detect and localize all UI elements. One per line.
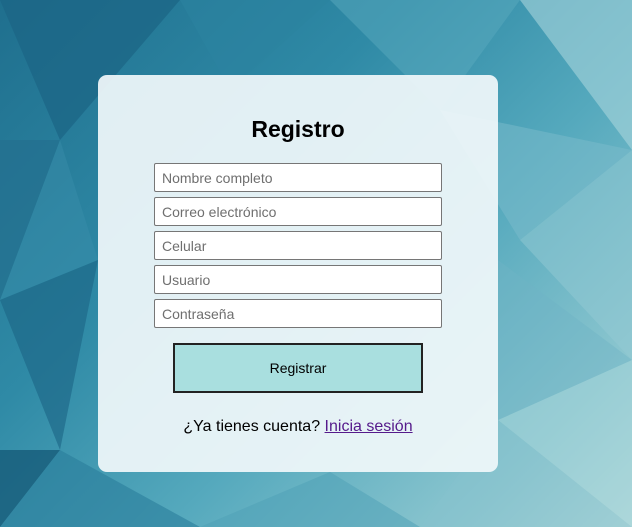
- login-prompt-text: ¿Ya tienes cuenta?: [183, 418, 321, 435]
- form-title: Registro: [251, 116, 345, 142]
- password-input[interactable]: [154, 299, 442, 328]
- login-prompt: ¿Ya tienes cuenta? Inicia sesión: [98, 417, 498, 437]
- fullname-input[interactable]: [154, 163, 442, 192]
- login-link[interactable]: Inicia sesión: [325, 418, 413, 435]
- username-input[interactable]: [154, 265, 442, 294]
- email-input[interactable]: [154, 197, 442, 226]
- register-button[interactable]: Registrar: [173, 343, 423, 393]
- registration-card: Registro Registrar ¿Ya tienes cuenta? In…: [98, 75, 498, 472]
- phone-input[interactable]: [154, 231, 442, 260]
